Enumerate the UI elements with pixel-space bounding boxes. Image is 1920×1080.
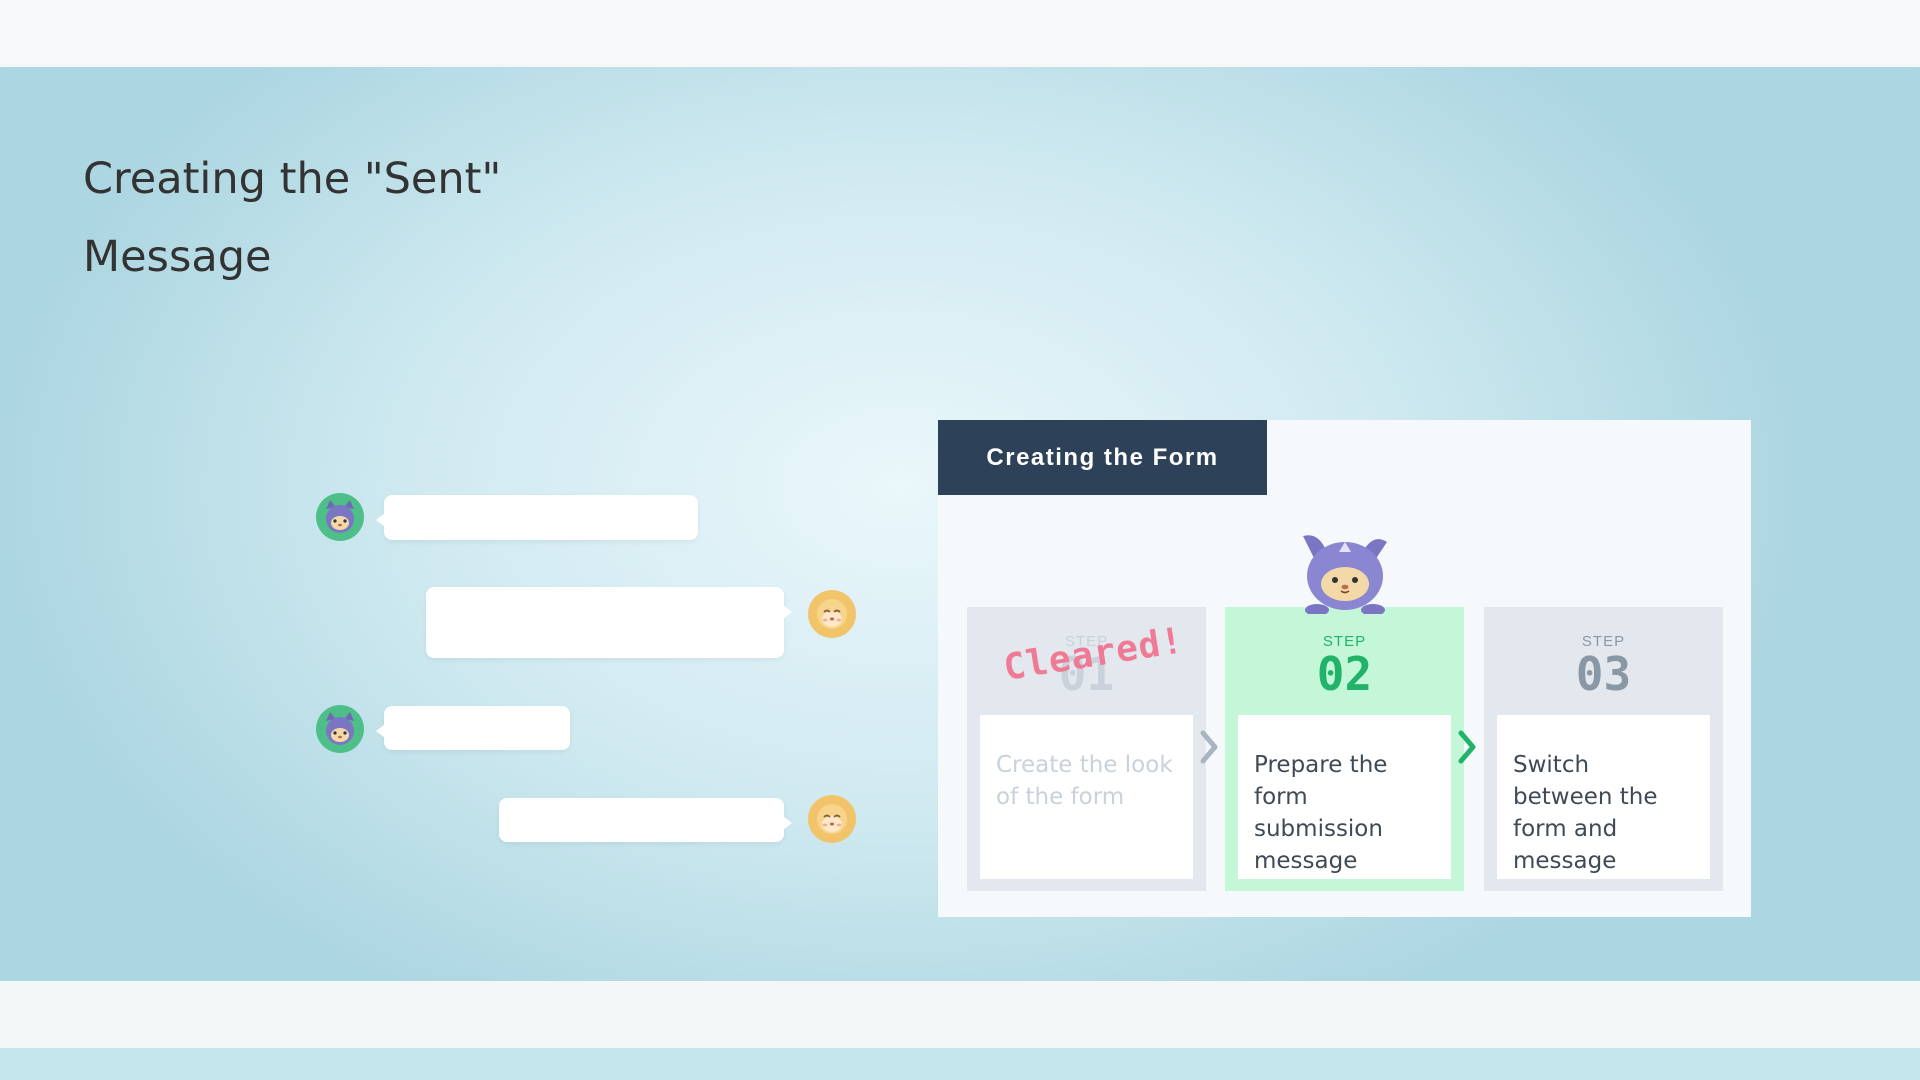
bottom-strip bbox=[0, 1048, 1920, 1080]
step-number: 03 bbox=[1575, 647, 1632, 701]
step-03: STEP 03 Switch between the form and mess… bbox=[1484, 607, 1723, 891]
chat-bubble bbox=[426, 587, 792, 658]
chevron-right-icon bbox=[1458, 730, 1476, 764]
page-title: Creating the "Sent" Message bbox=[83, 154, 502, 282]
cat-avatar-icon bbox=[316, 705, 364, 753]
dog-avatar-icon bbox=[808, 590, 856, 638]
step-number: 02 bbox=[1316, 647, 1373, 701]
top-band bbox=[0, 0, 1920, 67]
step-description: Switch between the form and message bbox=[1497, 715, 1710, 879]
step-02: STEP 02 Prepare the form submission mess… bbox=[1225, 607, 1464, 891]
panel-header: Creating the Form bbox=[938, 420, 1267, 495]
step-description: Prepare the form submission message bbox=[1238, 715, 1451, 879]
chat-bubble bbox=[499, 798, 792, 842]
bottom-band bbox=[0, 981, 1920, 1048]
step-description: Create the look of the form bbox=[980, 715, 1193, 879]
dog-avatar-icon bbox=[808, 795, 856, 843]
chevron-right-icon bbox=[1200, 730, 1218, 764]
chat-bubble bbox=[376, 495, 698, 540]
cat-avatar-icon bbox=[316, 493, 364, 541]
chat-bubble bbox=[376, 706, 570, 750]
mascot-cat-icon bbox=[1303, 535, 1387, 614]
